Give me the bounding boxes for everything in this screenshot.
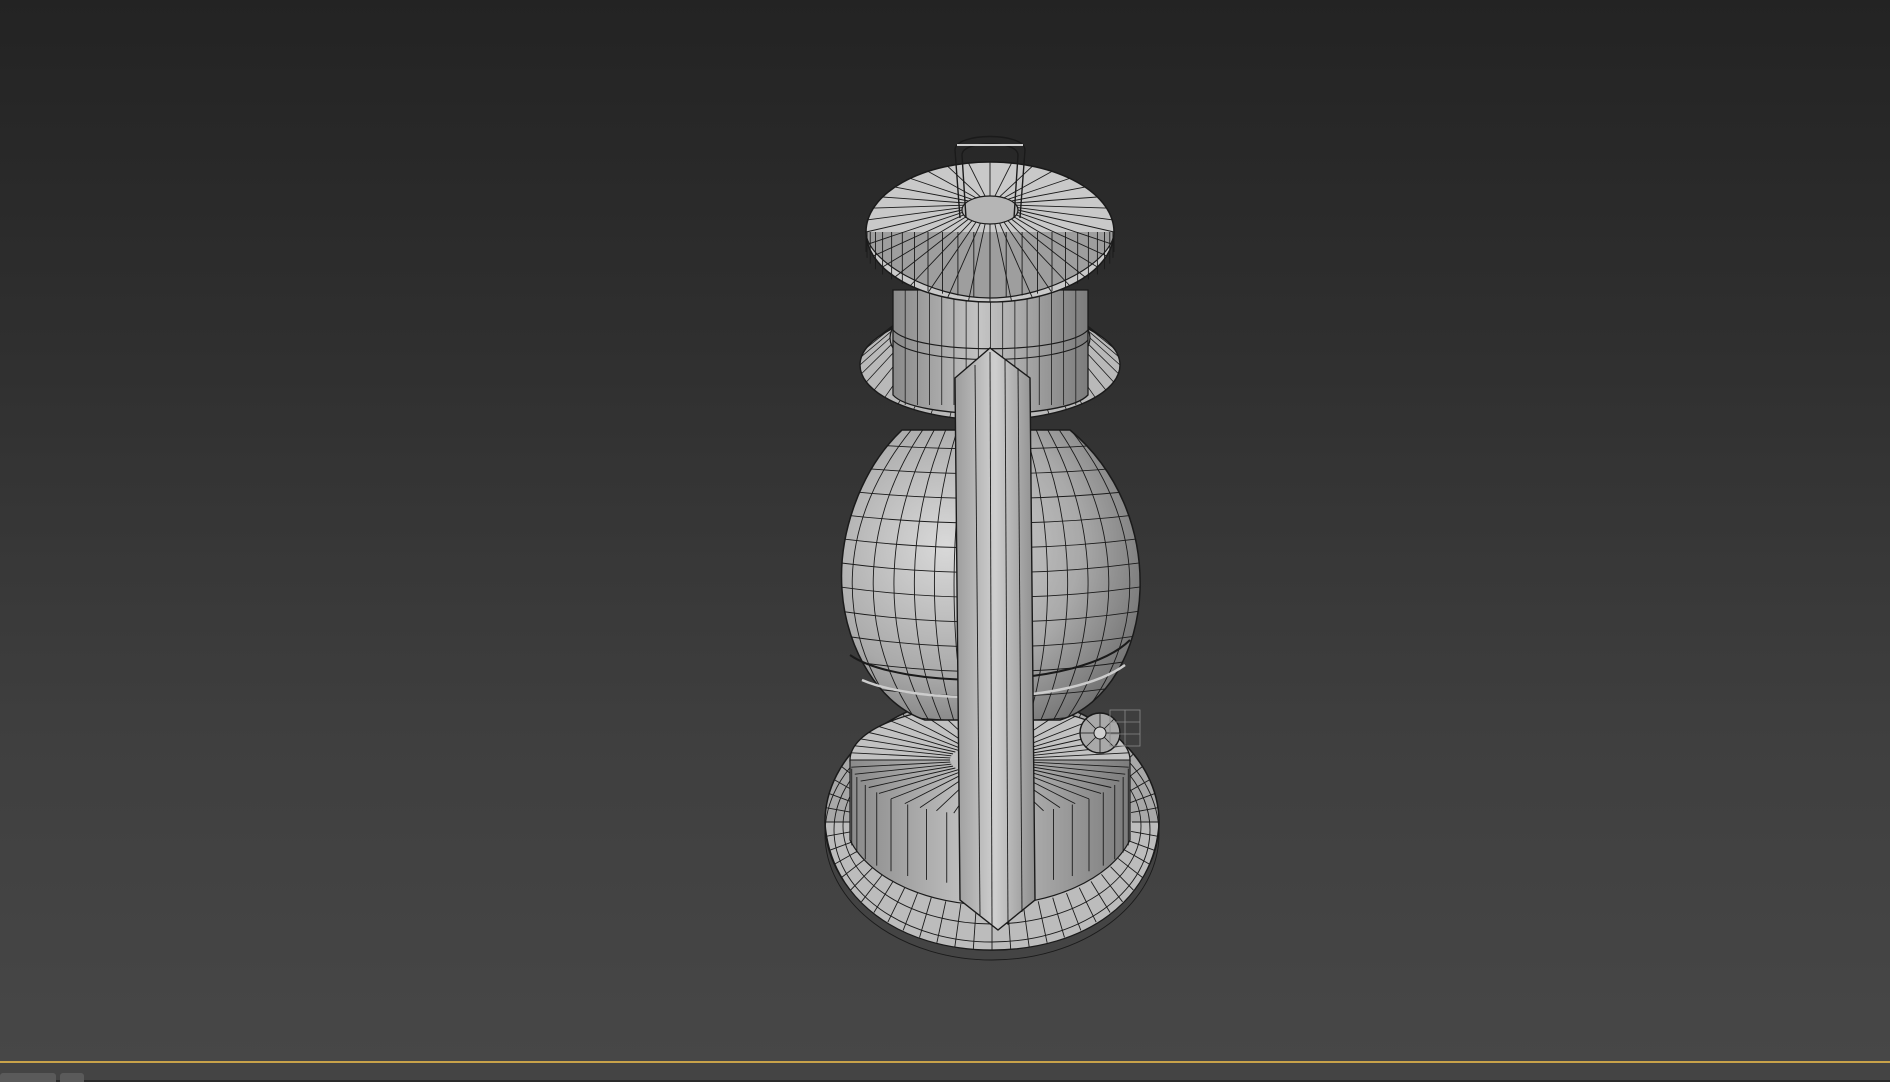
lantern-top-cap — [865, 161, 1115, 303]
wick-adjuster-wheel — [1079, 709, 1141, 754]
bottom-panel-strip — [0, 1063, 1890, 1082]
lantern-model[interactable] — [0, 0, 1890, 1061]
panel-tab-icon[interactable] — [60, 1073, 84, 1082]
viewport-perspective[interactable] — [0, 0, 1890, 1061]
panel-tab-icon[interactable] — [0, 1073, 56, 1082]
lantern-side-post — [954, 347, 1036, 931]
